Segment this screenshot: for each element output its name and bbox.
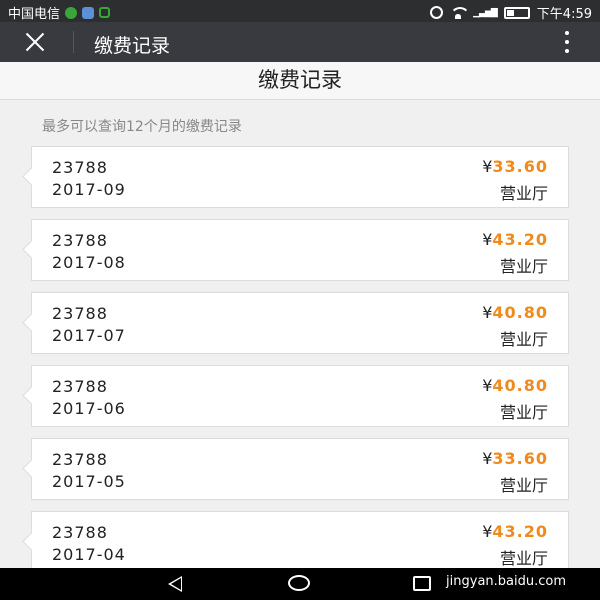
record-month: 2017-06	[52, 399, 126, 418]
record-channel: 营业厅	[499, 330, 548, 349]
navigation-bar: jingyan.baidu.com	[0, 568, 600, 600]
clock-label: 下午4:59	[536, 7, 592, 22]
record-item[interactable]: 23788 2017-06 ¥40.80 营业厅	[31, 365, 569, 427]
record-amount: ¥33.60	[482, 449, 548, 468]
more-icon-dot	[565, 31, 569, 35]
record-channel: 营业厅	[499, 549, 548, 568]
page-title: 缴费记录	[258, 68, 342, 92]
record-account: 23788	[52, 450, 108, 469]
amount-value: 40.80	[492, 303, 548, 322]
back-nav-icon[interactable]	[168, 576, 182, 592]
record-account: 23788	[52, 158, 108, 177]
record-amount: ¥40.80	[482, 303, 548, 322]
record-account: 23788	[52, 377, 108, 396]
record-month: 2017-08	[52, 253, 126, 272]
record-channel: 营业厅	[499, 257, 548, 276]
status-right: ▁▃▅▇ 下午4:59	[430, 3, 592, 22]
record-channel: 营业厅	[499, 403, 548, 422]
amount-value: 43.20	[492, 230, 548, 249]
chat-icon	[65, 6, 78, 19]
currency-symbol: ¥	[482, 230, 493, 249]
record-item[interactable]: 23788 2017-09 ¥33.60 营业厅	[31, 146, 569, 208]
amount-value: 33.60	[492, 157, 548, 176]
record-account: 23788	[52, 523, 108, 542]
record-amount: ¥43.20	[482, 230, 548, 249]
record-account: 23788	[52, 231, 108, 250]
amount-value: 43.20	[492, 522, 548, 541]
record-item[interactable]: 23788 2017-08 ¥43.20 营业厅	[31, 219, 569, 281]
recents-nav-icon[interactable]	[413, 576, 431, 591]
currency-symbol: ¥	[482, 376, 493, 395]
wifi-icon	[450, 6, 471, 19]
carrier-label: 中国电信	[8, 7, 61, 22]
currency-symbol: ¥	[482, 522, 493, 541]
record-month: 2017-07	[52, 326, 126, 345]
record-amount: ¥33.60	[482, 157, 548, 176]
more-icon-dot	[565, 49, 569, 53]
signal-icon: ▁▃▅▇	[473, 7, 498, 18]
more-icon-dot	[565, 40, 569, 44]
record-channel: 营业厅	[499, 184, 548, 203]
record-account: 23788	[52, 304, 108, 323]
lock-icon	[99, 7, 111, 18]
currency-symbol: ¥	[482, 303, 493, 322]
record-item[interactable]: 23788 2017-05 ¥33.60 营业厅	[31, 438, 569, 500]
record-month: 2017-05	[52, 472, 126, 491]
record-item[interactable]: 23788 2017-07 ¥40.80 营业厅	[31, 292, 569, 354]
more-options-button[interactable]	[564, 31, 570, 53]
record-amount: ¥40.80	[482, 376, 548, 395]
home-nav-icon[interactable]	[288, 575, 310, 591]
amount-value: 33.60	[492, 449, 548, 468]
record-list: 23788 2017-09 ¥33.60 营业厅 23788 2017-08 ¥43.20 营…	[31, 146, 569, 584]
amount-value: 40.80	[492, 376, 548, 395]
app-icon	[82, 6, 95, 19]
record-amount: ¥43.20	[482, 522, 548, 541]
page-header: 缴费记录	[0, 62, 600, 100]
close-button[interactable]	[22, 30, 48, 54]
window-title: 缴费记录	[94, 35, 171, 57]
currency-symbol: ¥	[482, 157, 493, 176]
alarm-icon	[430, 6, 444, 19]
battery-icon	[503, 6, 530, 19]
status-bar: 中国电信 ▁▃▅▇ 下午4:59	[0, 0, 600, 22]
watermark: jingyan.baidu.com	[446, 574, 566, 589]
record-item[interactable]: 23788 2017-04 ¥43.20 营业厅	[31, 511, 569, 573]
status-left: 中国电信	[8, 3, 111, 22]
record-month: 2017-04	[52, 545, 126, 564]
query-hint: 最多可以查询12个月的缴费记录	[42, 119, 242, 135]
record-channel: 营业厅	[499, 476, 548, 495]
record-month: 2017-09	[52, 180, 126, 199]
currency-symbol: ¥	[482, 449, 493, 468]
title-bar: 缴费记录	[0, 22, 600, 62]
title-divider	[73, 31, 74, 53]
